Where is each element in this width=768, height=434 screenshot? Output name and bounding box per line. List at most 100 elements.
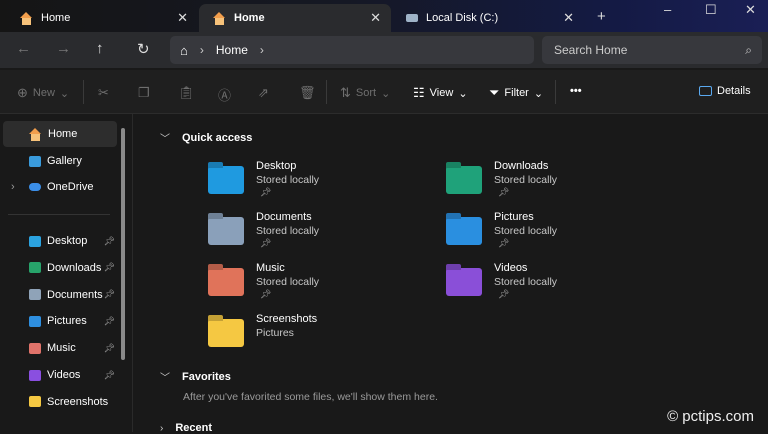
drive-icon	[406, 14, 418, 22]
rename-button[interactable]: Ⓐ	[218, 85, 231, 104]
pin-icon: 📌︎	[103, 342, 115, 353]
divider	[83, 80, 84, 104]
chevron-down-icon: ﹀	[160, 134, 170, 145]
sidebar-item-documents[interactable]: Documents 📌︎	[3, 282, 117, 308]
rename-icon: Ⓐ	[218, 88, 232, 103]
sidebar-scrollbar[interactable]	[121, 128, 125, 360]
tab-local-disk[interactable]: Local Disk (C:) ✕	[392, 4, 584, 32]
trash-icon: 🗑︎	[299, 85, 316, 100]
quick-access-item-videos[interactable]: Videos Stored locally 📌︎	[446, 262, 557, 300]
videos-folder-icon	[446, 268, 482, 296]
pin-icon: 📌︎	[103, 235, 115, 246]
quick-access-header[interactable]: ﹀ Quick access	[160, 130, 252, 146]
quick-access-item-pictures[interactable]: Pictures Stored locally 📌︎	[446, 211, 557, 249]
breadcrumb-home[interactable]: Home	[216, 43, 248, 57]
divider	[555, 80, 556, 104]
maximize-button[interactable]: ☐	[705, 2, 717, 18]
desktop-folder-icon	[29, 235, 41, 247]
sort-icon: ⇅	[340, 85, 351, 100]
details-pane-icon	[699, 86, 712, 96]
recent-header[interactable]: › Recent	[160, 422, 212, 434]
documents-folder-icon	[208, 217, 244, 245]
back-button[interactable]: ←	[16, 40, 31, 57]
up-button[interactable]: ↑	[96, 40, 104, 57]
copy-icon: ❐	[138, 85, 150, 100]
delete-button[interactable]: 🗑︎	[299, 85, 316, 101]
pin-icon: 📌︎	[260, 187, 272, 197]
plus-circle-icon: ⊕	[17, 85, 28, 100]
close-tab-icon[interactable]: ✕	[370, 10, 381, 26]
cut-button[interactable]: ✂	[98, 85, 109, 101]
videos-folder-icon	[29, 369, 41, 381]
music-folder-icon	[29, 342, 41, 354]
new-tab-button[interactable]: +	[597, 8, 606, 25]
new-button[interactable]: ⊕ New ⌄	[17, 85, 69, 101]
view-icon: ☷	[413, 85, 425, 100]
divider	[326, 80, 327, 104]
expand-chevron-icon[interactable]: ›	[11, 181, 15, 193]
search-input[interactable]: Search Home ⌕	[542, 36, 762, 64]
screenshots-folder-icon	[208, 319, 244, 347]
search-icon: ⌕	[745, 42, 752, 57]
favorites-header[interactable]: ﹀ Favorites	[160, 369, 231, 385]
quick-access-item-music[interactable]: Music Stored locally 📌︎	[208, 262, 319, 300]
home-icon	[20, 11, 33, 25]
tab-home-2[interactable]: Home ✕	[199, 4, 391, 32]
copy-button[interactable]: ❐	[138, 85, 150, 101]
sidebar-item-music[interactable]: Music 📌︎	[3, 335, 117, 361]
address-bar[interactable]: ⌂ › Home ›	[170, 36, 534, 64]
close-window-button[interactable]: ✕	[745, 2, 756, 18]
sidebar-item-desktop[interactable]: Desktop 📌︎	[3, 228, 117, 254]
sidebar-item-onedrive[interactable]: › OneDrive	[3, 174, 117, 200]
sidebar-item-pictures[interactable]: Pictures 📌︎	[3, 308, 117, 334]
forward-button[interactable]: →	[56, 40, 71, 57]
share-button[interactable]: ⇗	[258, 85, 269, 101]
minimize-button[interactable]: –	[664, 2, 671, 17]
pin-icon: 📌︎	[103, 262, 115, 273]
details-button[interactable]: Details	[699, 85, 751, 97]
sidebar-item-home[interactable]: Home	[3, 121, 117, 147]
pin-icon: 📌︎	[498, 187, 510, 197]
screenshots-folder-icon	[29, 396, 41, 408]
home-icon	[29, 127, 42, 141]
tab-home-1[interactable]: Home ✕	[6, 4, 198, 32]
filter-icon: ⏷	[489, 85, 500, 100]
quick-access-item-desktop[interactable]: Desktop Stored locally 📌︎	[208, 160, 319, 198]
quick-access-item-screenshots[interactable]: Screenshots Pictures	[208, 313, 317, 347]
close-tab-icon[interactable]: ✕	[177, 10, 188, 26]
scissors-icon: ✂	[98, 85, 109, 100]
pin-icon: 📌︎	[103, 315, 115, 326]
quick-access-item-documents[interactable]: Documents Stored locally 📌︎	[208, 211, 319, 249]
music-folder-icon	[208, 268, 244, 296]
pictures-folder-icon	[446, 217, 482, 245]
cloud-icon	[29, 183, 41, 191]
downloads-folder-icon	[446, 166, 482, 194]
clipboard-icon: 📋︎	[178, 85, 195, 100]
close-tab-icon[interactable]: ✕	[563, 10, 574, 26]
sidebar-item-screenshots[interactable]: Screenshots	[3, 389, 117, 415]
documents-folder-icon	[29, 289, 41, 301]
sidebar-item-downloads[interactable]: Downloads 📌︎	[3, 255, 117, 281]
home-icon	[213, 11, 226, 25]
paste-button[interactable]: 📋︎	[178, 85, 195, 101]
pin-icon: 📌︎	[260, 289, 272, 299]
sidebar-item-gallery[interactable]: Gallery	[3, 148, 117, 174]
home-outline-icon: ⌂	[180, 42, 188, 58]
chevron-down-icon: ﹀	[160, 373, 170, 384]
sidebar-item-videos[interactable]: Videos 📌︎	[3, 362, 117, 388]
quick-access-item-downloads[interactable]: Downloads Stored locally 📌︎	[446, 160, 557, 198]
filter-button[interactable]: ⏷ Filter ⌄	[489, 85, 543, 101]
sort-button[interactable]: ⇅ Sort ⌄	[340, 85, 390, 101]
watermark: © pctips.com	[667, 408, 754, 425]
pin-icon: 📌︎	[498, 238, 510, 248]
desktop-folder-icon	[208, 166, 244, 194]
pin-icon: 📌︎	[260, 238, 272, 248]
gallery-icon	[29, 155, 41, 167]
pin-icon: 📌︎	[498, 289, 510, 299]
pictures-folder-icon	[29, 315, 41, 327]
pin-icon: 📌︎	[103, 369, 115, 380]
view-button[interactable]: ☷ View ⌄	[413, 85, 468, 101]
refresh-button[interactable]: ↻	[137, 40, 150, 58]
more-button[interactable]: •••	[570, 85, 582, 97]
pin-icon: 📌︎	[103, 289, 115, 300]
